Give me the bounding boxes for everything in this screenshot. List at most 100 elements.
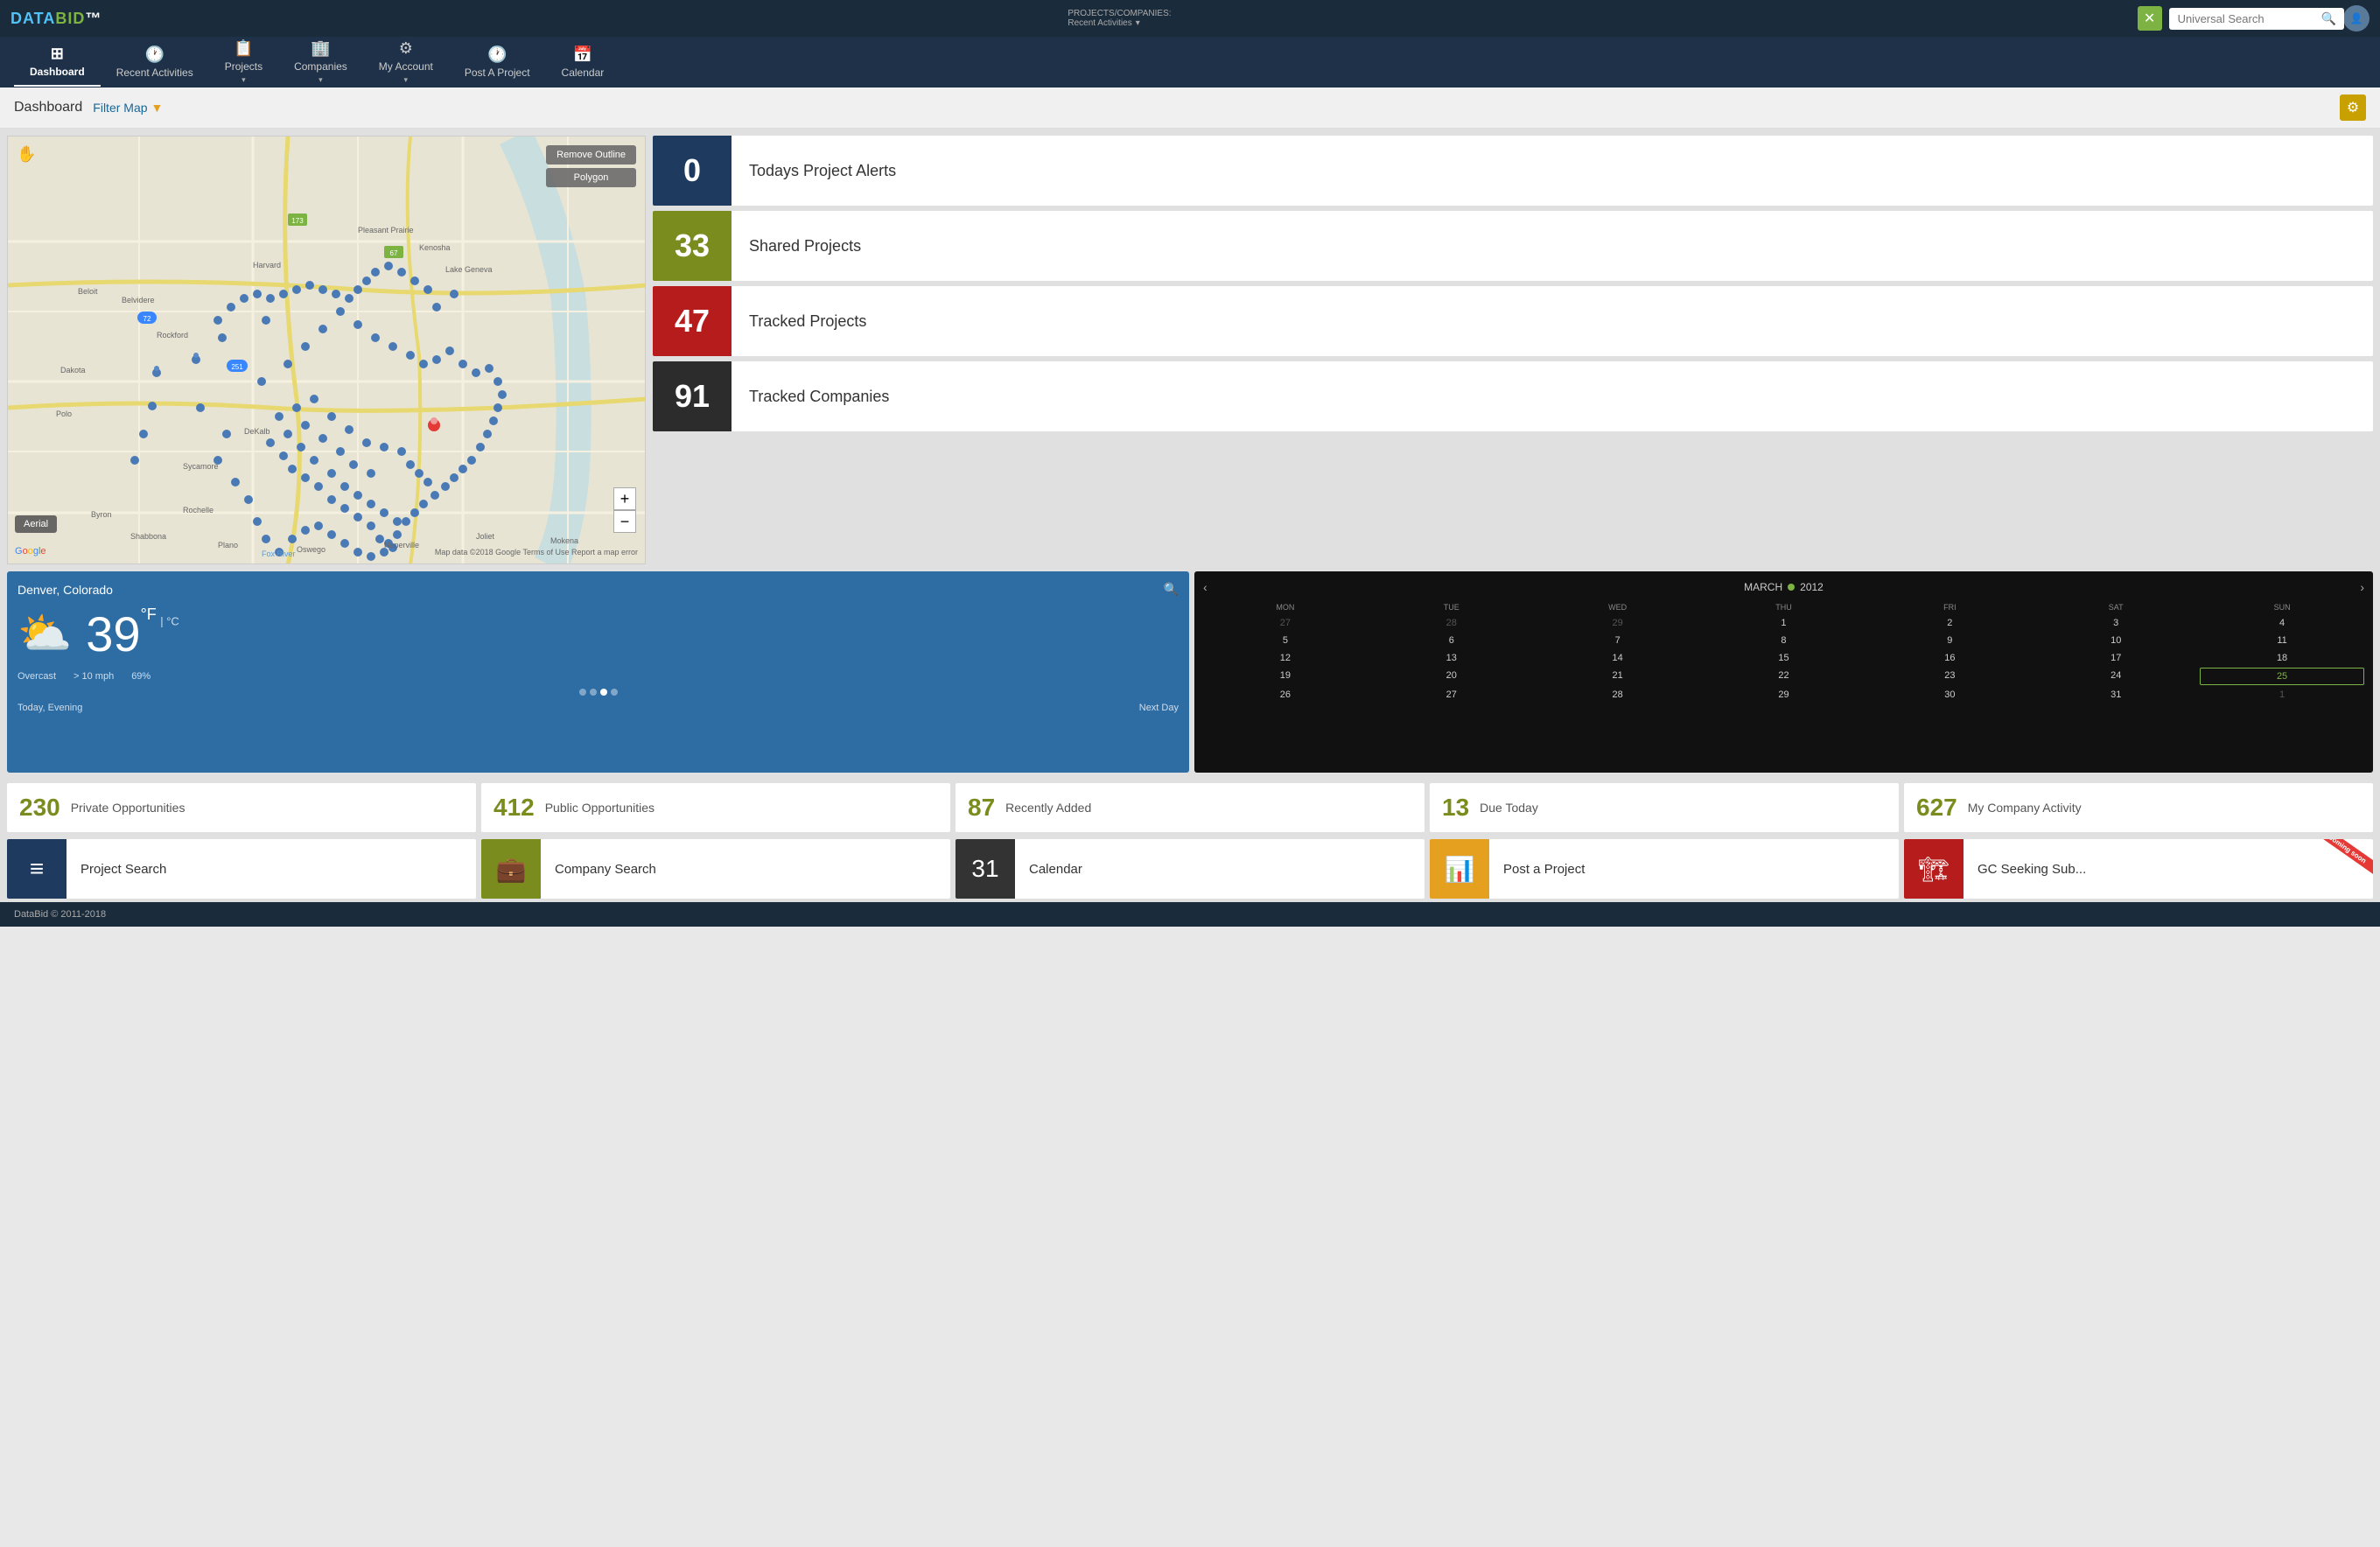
cal-day[interactable]: 22 [1702,668,1866,685]
bottom-stat-label-due-today: Due Today [1480,801,1538,815]
cal-day[interactable]: 20 [1369,668,1534,685]
weather-search-icon[interactable]: 🔍 [1164,582,1179,597]
map-move-icon[interactable]: ✋ [17,145,36,164]
bottom-stats-row: 230 Private Opportunities 412 Public Opp… [0,780,2380,836]
cal-day[interactable]: 28 [1536,687,1700,703]
cal-day[interactable]: 12 [1203,650,1368,666]
nav-item-companies[interactable]: 🏢 Companies ▾ [278,32,363,92]
avatar[interactable]: 👤 [2343,5,2370,32]
cal-day[interactable]: 25 [2200,668,2364,685]
bottom-stat-company-activity[interactable]: 627 My Company Activity [1904,783,2373,832]
qa-card-post-project[interactable]: 📊 Post a Project [1430,839,1899,899]
cal-day[interactable]: 8 [1702,633,1866,648]
cal-day[interactable]: 27 [1203,615,1368,631]
qa-label-company-search: Company Search [541,862,670,877]
weather-dot-1[interactable] [579,689,586,696]
qa-card-gc-seeking[interactable]: 🏗 GC Seeking Sub... coming soon [1904,839,2373,899]
nav-item-my-account[interactable]: ⚙ My Account ▾ [363,32,449,92]
close-button[interactable]: ✕ [2138,6,2162,31]
cal-day[interactable]: 9 [1867,633,2032,648]
remove-outline-button[interactable]: Remove Outline [546,145,636,164]
bottom-stat-due-today[interactable]: 13 Due Today [1430,783,1899,832]
cal-day[interactable]: 24 [2034,668,2198,685]
calendar-month-label: MARCH 2012 [1744,581,1824,593]
stat-card-shared-projects[interactable]: 33 Shared Projects [653,211,2373,281]
calendar-next-button[interactable]: › [2360,580,2364,594]
cal-day[interactable]: 23 [1867,668,2032,685]
nav-item-recent-activities[interactable]: 🕐 Recent Activities [101,38,209,86]
qa-card-calendar-qa[interactable]: 31 Calendar [956,839,1424,899]
bottom-stat-num-public-opps: 412 [494,794,535,822]
weather-dot-2[interactable] [590,689,597,696]
nav-item-dashboard[interactable]: ⊞ Dashboard [14,38,101,87]
svg-text:Plano: Plano [218,541,238,550]
cal-day[interactable]: 2 [1867,615,2032,631]
nav-item-projects[interactable]: 📋 Projects ▾ [209,32,278,92]
weather-temperature: 39 [86,606,140,662]
qa-card-project-search[interactable]: ≡ Project Search [7,839,476,899]
cal-day[interactable]: 29 [1536,615,1700,631]
nav-item-calendar[interactable]: 📅 Calendar [546,38,620,86]
cal-day[interactable]: 17 [2034,650,2198,666]
stat-card-today-alerts[interactable]: 0 Todays Project Alerts [653,136,2373,206]
cal-day[interactable]: 11 [2200,633,2364,648]
cal-day[interactable]: 28 [1369,615,1534,631]
nav-item-post-a-project[interactable]: 🕐 Post A Project [449,38,546,86]
calendar-dot [1788,584,1795,591]
weather-condition: Overcast [18,671,56,682]
cal-day[interactable]: 10 [2034,633,2198,648]
dashboard-header: Dashboard Filter Map ▼ ⚙ [0,88,2380,129]
cal-day[interactable]: 27 [1369,687,1534,703]
stat-number-tracked-companies: 91 [653,361,732,431]
svg-text:Mendota: Mendota [69,563,100,564]
cal-day[interactable]: 6 [1369,633,1534,648]
stat-card-tracked-projects[interactable]: 47 Tracked Projects [653,286,2373,356]
cal-day[interactable]: 1 [1702,615,1866,631]
cal-day[interactable]: 3 [2034,615,2198,631]
stat-card-tracked-companies[interactable]: 91 Tracked Companies [653,361,2373,431]
cal-day[interactable]: 13 [1369,650,1534,666]
map-zoom-controls: + − [613,487,636,533]
svg-text:DeKalb: DeKalb [244,427,270,436]
polygon-button[interactable]: Polygon [546,168,636,187]
bottom-stat-public-opps[interactable]: 412 Public Opportunities [481,783,950,832]
weather-dot-3[interactable] [600,689,607,696]
svg-text:Mokena: Mokena [550,536,578,545]
svg-text:Dakota: Dakota [60,366,86,374]
weather-main: ⛅ 39 °F | °C [18,606,1179,662]
cal-day[interactable]: 1 [2200,687,2364,703]
settings-gear-button[interactable]: ⚙ [2340,94,2366,121]
search-icon-btn[interactable]: 🔍 [2321,11,2336,26]
cal-day[interactable]: 5 [1203,633,1368,648]
map-container: Rockford Belvidere Harvard Kenosha Pleas… [7,136,646,564]
map-attribution: Map data ©2018 Google Terms of Use Repor… [435,548,638,556]
weather-dot-4[interactable] [611,689,618,696]
bottom-stat-recently-added[interactable]: 87 Recently Added [956,783,1424,832]
cal-day[interactable]: 19 [1203,668,1368,685]
map-zoom-in-button[interactable]: + [613,487,636,510]
cal-day-label-wed: WED [1536,601,1700,613]
calendar-prev-button[interactable]: ‹ [1203,580,1208,594]
cal-day[interactable]: 18 [2200,650,2364,666]
qa-icon-calendar-qa: 31 [956,839,1015,899]
bottom-stat-private-opps[interactable]: 230 Private Opportunities [7,783,476,832]
universal-search-input[interactable] [2169,8,2344,30]
qa-card-company-search[interactable]: 💼 Company Search [481,839,950,899]
cal-day[interactable]: 26 [1203,687,1368,703]
cal-day[interactable]: 31 [2034,687,2198,703]
cal-day[interactable]: 4 [2200,615,2364,631]
cal-day[interactable]: 16 [1867,650,2032,666]
filter-map-button[interactable]: Filter Map ▼ [93,101,163,115]
bottom-stat-num-recently-added: 87 [968,794,995,822]
qa-icon-gc-seeking: 🏗 [1904,839,1964,899]
cal-day[interactable]: 7 [1536,633,1700,648]
map-zoom-out-button[interactable]: − [613,510,636,533]
aerial-button[interactable]: Aerial [15,515,57,533]
nav-bar: ⊞ Dashboard 🕐 Recent Activities 📋 Projec… [0,37,2380,88]
logo-text: DATABID™ [10,10,102,28]
cal-day[interactable]: 15 [1702,650,1866,666]
cal-day[interactable]: 21 [1536,668,1700,685]
cal-day[interactable]: 29 [1702,687,1866,703]
cal-day[interactable]: 14 [1536,650,1700,666]
cal-day[interactable]: 30 [1867,687,2032,703]
